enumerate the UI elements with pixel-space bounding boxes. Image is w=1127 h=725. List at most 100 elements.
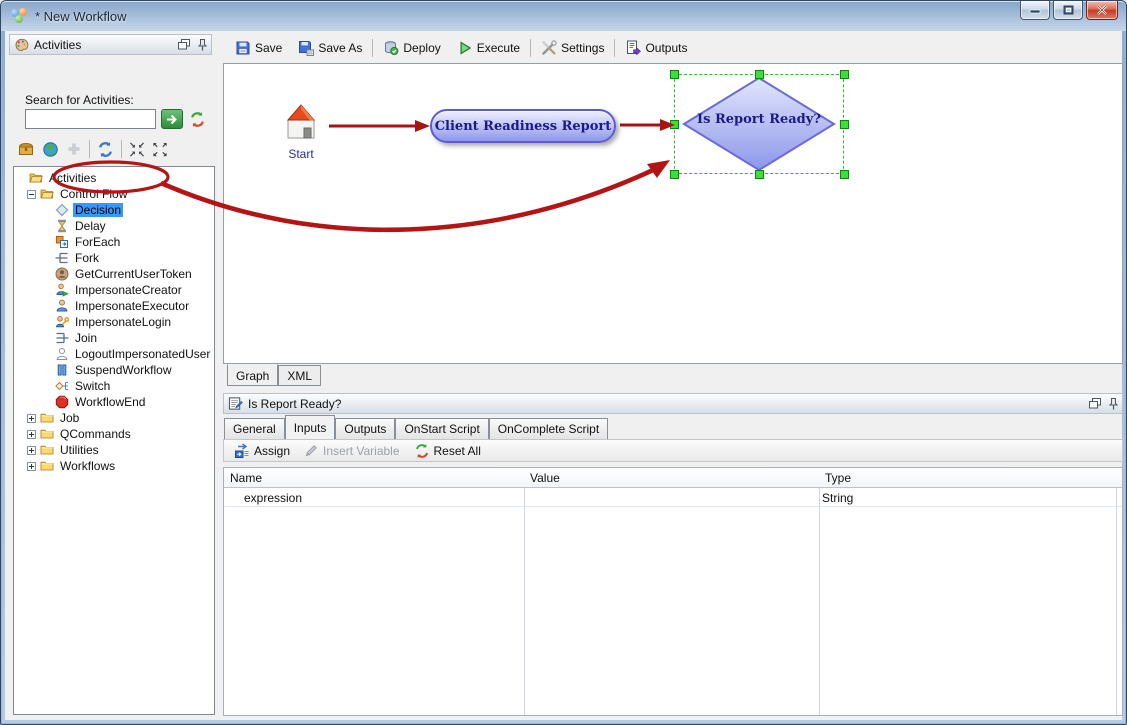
insert-variable-icon xyxy=(304,443,319,458)
impersonate-executor-icon xyxy=(55,299,69,313)
table-header: Name Value Type xyxy=(224,468,1122,488)
outputs-button[interactable]: Outputs xyxy=(619,36,693,60)
properties-panel-header: Is Report Ready? xyxy=(223,393,1123,414)
float-panel-icon[interactable] xyxy=(1089,398,1101,409)
insert-variable-button[interactable]: Insert Variable xyxy=(300,441,403,460)
collapse-all-icon[interactable] xyxy=(129,142,145,157)
expand-expander-icon[interactable] xyxy=(27,414,36,423)
titlebar[interactable]: * New Workflow xyxy=(1,1,1126,31)
close-button[interactable] xyxy=(1086,1,1118,20)
tree-item-fork[interactable]: Fork xyxy=(15,250,213,266)
tree-item-impersonatelogin[interactable]: ImpersonateLogin xyxy=(15,314,213,330)
workflow-canvas[interactable]: Start Client Readiness Report Is Report xyxy=(223,63,1123,364)
execute-icon xyxy=(457,40,473,56)
tree-item-getcurrentusertoken[interactable]: GetCurrentUserToken xyxy=(15,266,213,282)
save-button[interactable]: Save xyxy=(229,36,288,60)
column-header-name[interactable]: Name xyxy=(230,471,262,485)
properties-panel-title: Is Report Ready? xyxy=(248,397,341,411)
window-title: * New Workflow xyxy=(35,9,127,24)
tab-general[interactable]: General xyxy=(224,418,285,439)
tree-item-workflows[interactable]: Workflows xyxy=(15,458,213,474)
impersonate-login-icon xyxy=(55,315,69,329)
tab-outputs[interactable]: Outputs xyxy=(335,418,395,439)
settings-button[interactable]: Settings xyxy=(535,36,610,60)
cell-type[interactable]: String xyxy=(822,491,853,505)
decision-icon xyxy=(55,203,69,217)
activities-tree: Activities Control Flow Decision Delay F… xyxy=(13,166,215,715)
tab-oncomplete-script[interactable]: OnComplete Script xyxy=(489,418,608,439)
toolbar-separator xyxy=(530,39,531,57)
tree-item-impersonatecreator[interactable]: ImpersonateCreator xyxy=(15,282,213,298)
deploy-button[interactable]: Deploy xyxy=(377,36,446,60)
save-as-icon xyxy=(298,40,314,56)
folder-closed-icon xyxy=(40,459,54,473)
tab-xml[interactable]: XML xyxy=(278,365,321,386)
flow-connectors xyxy=(224,64,1122,363)
maximize-button[interactable] xyxy=(1053,1,1083,20)
cell-name[interactable]: expression xyxy=(244,491,302,505)
tree-item-utilities[interactable]: Utilities xyxy=(15,442,213,458)
assign-icon xyxy=(234,443,250,459)
chest-icon[interactable] xyxy=(17,141,35,157)
settings-icon xyxy=(541,40,557,56)
tab-graph[interactable]: Graph xyxy=(227,364,278,386)
foreach-icon xyxy=(55,235,69,249)
sidebar-toolbar xyxy=(17,138,168,160)
tree-item-impersonateexecutor[interactable]: ImpersonateExecutor xyxy=(15,298,213,314)
toolbar-separator xyxy=(372,39,373,57)
toolbar-separator xyxy=(121,140,122,158)
tree-item-join[interactable]: Join xyxy=(15,330,213,346)
search-go-button[interactable] xyxy=(161,109,183,129)
switch-icon xyxy=(55,379,69,393)
tree-item-switch[interactable]: Switch xyxy=(15,378,213,394)
tab-inputs[interactable]: Inputs xyxy=(285,415,336,439)
folder-closed-icon xyxy=(40,443,54,457)
globe-icon[interactable] xyxy=(42,141,59,158)
outputs-icon xyxy=(625,40,641,56)
tree-item-decision[interactable]: Decision xyxy=(15,202,213,218)
refresh-tree-icon[interactable] xyxy=(97,141,114,158)
pin-icon[interactable] xyxy=(198,39,207,51)
tree-item-workflowend[interactable]: WorkflowEnd xyxy=(15,394,213,410)
main-toolbar: Save Save As Deploy Execute Settings xyxy=(223,34,1118,61)
search-input[interactable] xyxy=(25,109,156,129)
expand-expander-icon[interactable] xyxy=(27,462,36,471)
table-row[interactable]: expression String xyxy=(224,489,1122,507)
search-refresh-button[interactable] xyxy=(186,109,208,129)
tree-item-delay[interactable]: Delay xyxy=(15,218,213,234)
delay-icon xyxy=(55,219,69,233)
float-panel-icon[interactable] xyxy=(178,39,190,50)
join-icon xyxy=(55,331,69,345)
reset-all-icon xyxy=(414,443,430,459)
folder-closed-icon xyxy=(40,427,54,441)
toolbar-separator xyxy=(89,140,90,158)
column-header-type[interactable]: Type xyxy=(825,471,851,485)
tab-onstart-script[interactable]: OnStart Script xyxy=(395,418,488,439)
expand-expander-icon[interactable] xyxy=(27,430,36,439)
reset-all-button[interactable]: Reset All xyxy=(410,441,485,461)
execute-button[interactable]: Execute xyxy=(451,36,526,60)
tree-item-qcommands[interactable]: QCommands xyxy=(15,426,213,442)
pin-icon[interactable] xyxy=(1109,398,1118,410)
folder-closed-icon xyxy=(40,411,54,425)
expand-all-icon[interactable] xyxy=(152,142,168,157)
save-as-button[interactable]: Save As xyxy=(292,36,368,60)
tree-item-control-flow[interactable]: Control Flow xyxy=(15,186,213,202)
expand-expander-icon[interactable] xyxy=(27,446,36,455)
application-window: * New Workflow Activities xyxy=(0,0,1127,725)
impersonate-creator-icon xyxy=(55,283,69,297)
assign-button[interactable]: Assign xyxy=(230,441,294,461)
minimize-button[interactable] xyxy=(1020,1,1050,20)
tree-item-activities[interactable]: Activities xyxy=(15,170,213,186)
workflow-end-icon xyxy=(55,395,69,409)
tree-item-job[interactable]: Job xyxy=(15,410,213,426)
tree-item-suspendworkflow[interactable]: SuspendWorkflow xyxy=(15,362,213,378)
add-icon[interactable] xyxy=(66,141,82,157)
search-go-icon xyxy=(166,114,178,125)
activities-panel-title: Activities xyxy=(34,38,81,52)
column-header-value[interactable]: Value xyxy=(530,471,560,485)
collapse-expander-icon[interactable] xyxy=(27,190,36,199)
tree-item-logoutimpersonateduser[interactable]: LogoutImpersonatedUser xyxy=(15,346,213,362)
tree-item-foreach[interactable]: ForEach xyxy=(15,234,213,250)
activities-panel-header: Activities xyxy=(9,34,212,55)
